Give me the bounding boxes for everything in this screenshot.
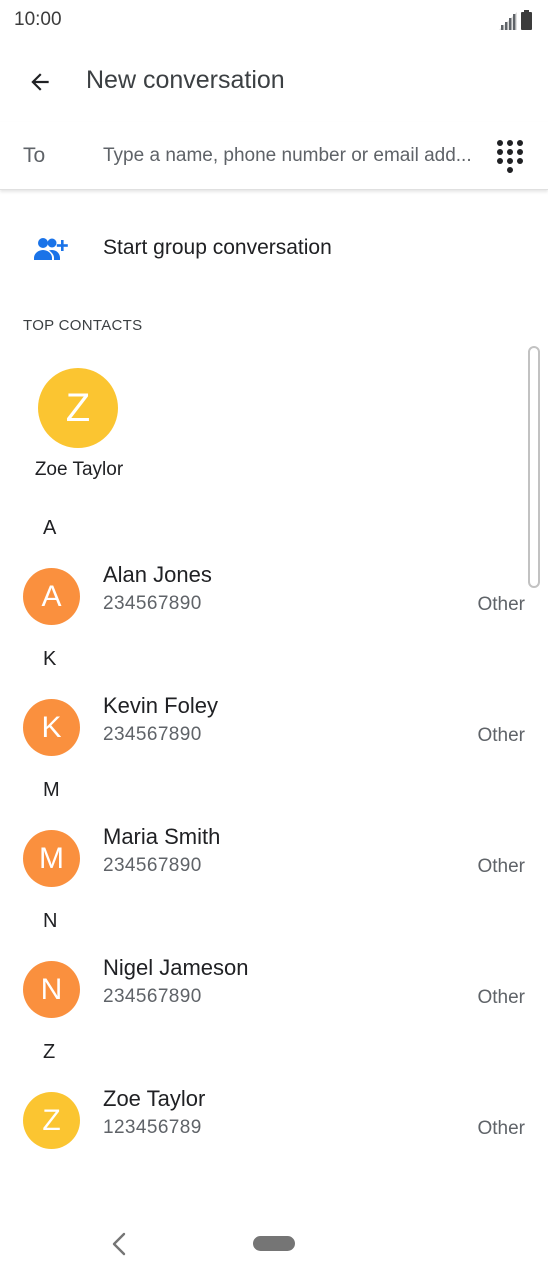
top-contact-name: Zoe Taylor [34, 459, 124, 480]
contact-row[interactable]: N Nigel Jameson 234567890 Other [0, 955, 548, 1039]
dialpad-icon [497, 140, 523, 173]
contact-number: 234567890 [103, 593, 202, 614]
contact-number: 234567890 [103, 986, 202, 1007]
avatar: A [23, 568, 80, 625]
contact-type: Other [477, 725, 525, 746]
section-letter: M [43, 779, 60, 801]
contact-name: Nigel Jameson [103, 955, 249, 980]
contact-type: Other [477, 987, 525, 1008]
dialpad-button[interactable] [488, 134, 532, 178]
avatar: Z [38, 368, 118, 448]
status-bar: 10:00 [0, 0, 548, 42]
contact-row[interactable]: A Alan Jones 234567890 Other [0, 562, 548, 646]
contact-type: Other [477, 1118, 525, 1139]
start-group-label: Start group conversation [103, 236, 332, 259]
recipient-bar: To [0, 122, 548, 190]
avatar: K [23, 699, 80, 756]
section-letter: K [43, 648, 57, 670]
avatar: N [23, 961, 80, 1018]
page-title: New conversation [86, 66, 285, 94]
battery-icon [521, 10, 532, 30]
to-label: To [23, 144, 46, 167]
contact-row[interactable]: K Kevin Foley 234567890 Other [0, 693, 548, 777]
section-letter: N [43, 910, 58, 932]
app-bar: New conversation [0, 42, 548, 122]
scrollbar-thumb[interactable] [528, 346, 540, 588]
contact-name: Zoe Taylor [103, 1086, 206, 1111]
contact-row[interactable]: M Maria Smith 234567890 Other [0, 824, 548, 908]
status-time: 10:00 [14, 9, 62, 30]
section-letter: A [43, 517, 57, 539]
arrow-back-icon [31, 73, 49, 91]
start-group-conversation[interactable]: Start group conversation [0, 212, 548, 286]
back-button[interactable] [14, 56, 66, 108]
system-nav-bar [0, 1210, 548, 1278]
recipient-input[interactable] [103, 140, 481, 172]
top-contact-item[interactable]: Z Zoe Taylor [20, 366, 138, 486]
contact-number: 123456789 [103, 1117, 202, 1138]
avatar-initial: A [41, 579, 62, 613]
avatar: M [23, 830, 80, 887]
contact-number: 234567890 [103, 724, 202, 745]
avatar: Z [23, 1092, 80, 1149]
nav-home-pill[interactable] [253, 1236, 295, 1251]
avatar-initial: Z [65, 385, 91, 430]
avatar-initial: N [40, 972, 63, 1006]
contact-type: Other [477, 856, 525, 877]
group-add-icon [34, 238, 68, 260]
contact-name: Maria Smith [103, 824, 221, 849]
contact-number: 234567890 [103, 855, 202, 876]
contact-type: Other [477, 594, 525, 615]
avatar-initial: K [41, 710, 62, 744]
contact-name: Alan Jones [103, 562, 212, 587]
avatar-initial: Z [42, 1103, 61, 1137]
signal-icon [499, 12, 517, 30]
section-letter: Z [43, 1041, 56, 1063]
nav-back-icon[interactable] [108, 1230, 132, 1258]
contact-name: Kevin Foley [103, 693, 218, 718]
contact-row[interactable]: Z Zoe Taylor 123456789 Other [0, 1086, 548, 1170]
top-contacts-header: TOP CONTACTS [23, 317, 143, 334]
avatar-initial: M [39, 841, 64, 875]
